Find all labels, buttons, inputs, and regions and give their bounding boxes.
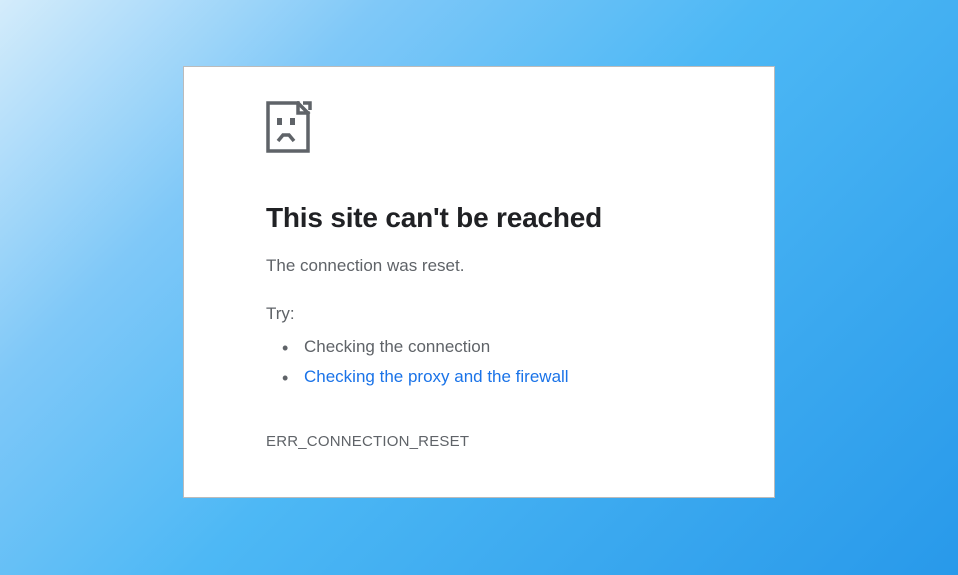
suggestion-check-connection: Checking the connection [304,337,490,356]
suggestion-item: Checking the connection [304,332,692,363]
error-title: This site can't be reached [266,202,692,234]
error-code: ERR_CONNECTION_RESET [266,433,692,450]
sad-file-icon [266,101,692,160]
error-page-container: This site can't be reached The connectio… [183,66,775,498]
error-message: The connection was reset. [266,256,692,276]
suggestions-list: Checking the connection Checking the pro… [266,332,692,393]
suggestion-item: Checking the proxy and the firewall [304,362,692,393]
suggestion-check-proxy-link[interactable]: Checking the proxy and the firewall [304,367,569,386]
try-label: Try: [266,304,692,324]
